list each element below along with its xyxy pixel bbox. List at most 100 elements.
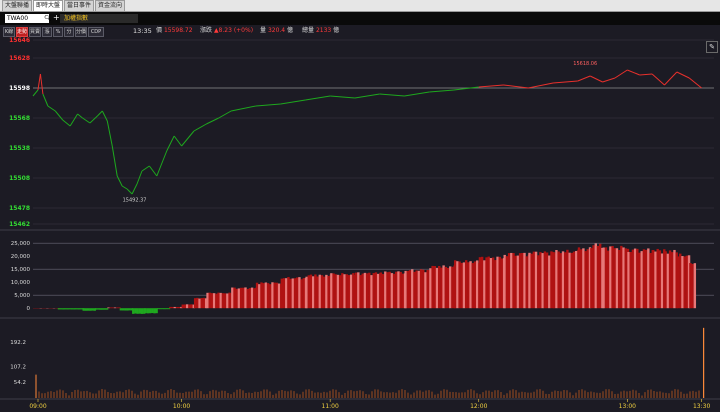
flow-bar-positive bbox=[568, 252, 571, 309]
flow-bar-positive bbox=[564, 252, 567, 309]
flow-bar-positive bbox=[631, 249, 635, 309]
flow-bar-positive bbox=[244, 287, 247, 309]
flow-bar-positive bbox=[419, 269, 423, 309]
flow-bar-positive bbox=[296, 277, 299, 309]
price-line-segment bbox=[42, 93, 49, 107]
flow-bar-positive bbox=[647, 248, 650, 309]
price-line-segment bbox=[156, 150, 168, 177]
flow-bar-positive bbox=[381, 274, 385, 309]
flow-bar-positive bbox=[374, 272, 378, 309]
flow-bar-positive bbox=[372, 273, 375, 309]
flow-bar-positive bbox=[636, 248, 639, 309]
flow-bar-positive bbox=[444, 266, 448, 309]
flow-bar-positive bbox=[338, 275, 342, 309]
flow-bar-positive bbox=[237, 288, 241, 309]
price-line-segment bbox=[404, 91, 430, 97]
flow-bar-positive bbox=[202, 297, 206, 309]
flow-bar-positive bbox=[347, 275, 351, 309]
flow-bar-positive bbox=[193, 298, 197, 309]
flow-bar-negative bbox=[89, 308, 92, 311]
flow-bar-positive bbox=[483, 260, 486, 309]
flow-bar-positive bbox=[500, 258, 504, 309]
price-line-segment bbox=[503, 84, 529, 89]
flow-bar-positive bbox=[644, 249, 648, 309]
flow-bar-positive bbox=[570, 252, 574, 309]
flow-bar-positive bbox=[480, 256, 484, 309]
flow-bar-negative bbox=[159, 308, 162, 310]
price-tick-label: 15598 bbox=[9, 85, 30, 92]
flow-bar-positive bbox=[596, 245, 600, 309]
flow-bar-positive bbox=[620, 245, 623, 309]
flow-bar-positive bbox=[298, 277, 301, 309]
intraday-charts: 15646 15628 15598 15568 15538 15508 15478 15462… bbox=[0, 37, 720, 410]
flow-bar-positive bbox=[559, 253, 563, 309]
flow-bar-positive bbox=[246, 288, 249, 309]
time-axis-label: 10:00 bbox=[173, 403, 190, 410]
flow-bar-positive bbox=[606, 250, 610, 309]
flow-bar-negative bbox=[163, 308, 166, 310]
flow-bar-positive bbox=[250, 287, 254, 309]
flow-bar-negative bbox=[79, 308, 83, 310]
flow-bar-positive bbox=[379, 272, 383, 309]
flow-bar-positive bbox=[395, 271, 398, 309]
flow-bar-positive bbox=[586, 249, 589, 309]
flow-bar-positive bbox=[693, 263, 697, 309]
flow-bar-positive bbox=[219, 292, 222, 309]
flow-bar-positive bbox=[580, 249, 583, 309]
flow-bar-positive bbox=[689, 263, 692, 309]
flow-bar-positive bbox=[462, 262, 466, 309]
flow-bar-positive bbox=[113, 307, 117, 309]
flow-bar-positive bbox=[415, 270, 418, 309]
flow-bar-negative bbox=[64, 308, 67, 310]
flow-bar-positive bbox=[363, 272, 367, 309]
flow-bar-positive bbox=[494, 260, 497, 309]
flow-bar-positive bbox=[673, 249, 676, 309]
flow-bar-positive bbox=[258, 284, 261, 309]
flow-bar-positive bbox=[330, 273, 333, 309]
price-tick-label: 15462 bbox=[9, 221, 30, 228]
flow-bar-positive bbox=[498, 256, 501, 309]
flow-bar-positive bbox=[512, 253, 515, 309]
flow-bar-positive bbox=[417, 270, 421, 309]
flow-bar-positive bbox=[424, 272, 427, 309]
flow-bar-positive bbox=[173, 306, 176, 309]
price-tick-label: 15538 bbox=[9, 145, 30, 152]
flow-bar-positive bbox=[275, 282, 279, 309]
flow-bar-positive bbox=[349, 274, 353, 309]
flow-bar-positive bbox=[341, 273, 344, 309]
flow-bar-positive bbox=[343, 274, 346, 309]
flow-bar-positive bbox=[327, 275, 330, 309]
price-line-segment bbox=[218, 110, 232, 119]
flow-bar-positive bbox=[305, 276, 308, 309]
price-line-segment bbox=[101, 110, 108, 122]
flow-bar-positive bbox=[548, 255, 551, 309]
flow-bar-positive bbox=[577, 247, 581, 309]
flow-bar-positive bbox=[676, 256, 680, 309]
flow-bar-positive bbox=[190, 304, 193, 309]
flow-bar-positive bbox=[183, 304, 187, 309]
flow-bar-positive bbox=[411, 269, 414, 309]
flow-bar-positive bbox=[233, 287, 236, 309]
flow-bar-positive bbox=[312, 276, 315, 309]
flow-bar-negative bbox=[105, 308, 109, 310]
time-axis-label: 13:00 bbox=[619, 403, 636, 410]
flow-bar-positive bbox=[293, 278, 297, 309]
price-line-segment bbox=[602, 77, 616, 83]
flow-bar-positive bbox=[370, 275, 373, 309]
price-line-segment bbox=[330, 95, 355, 99]
flow-bar-negative bbox=[128, 308, 131, 311]
price-line-segment bbox=[688, 77, 702, 89]
flow-bar-positive bbox=[318, 274, 321, 309]
flow-bar-negative bbox=[101, 308, 104, 310]
flow-bar-positive bbox=[273, 282, 276, 309]
flow-bar-positive bbox=[289, 278, 292, 309]
flow-bar-positive bbox=[316, 276, 319, 309]
flow-bar-positive bbox=[334, 274, 337, 309]
flow-bar-positive bbox=[584, 251, 587, 309]
flow-bar-positive bbox=[181, 304, 184, 309]
flow-bar-positive bbox=[271, 282, 274, 309]
flow-bar-positive bbox=[442, 265, 445, 309]
flow-bar-positive bbox=[602, 247, 605, 309]
volume-tick-label: 107.2 bbox=[10, 365, 26, 371]
flow-bar-positive bbox=[525, 256, 528, 309]
